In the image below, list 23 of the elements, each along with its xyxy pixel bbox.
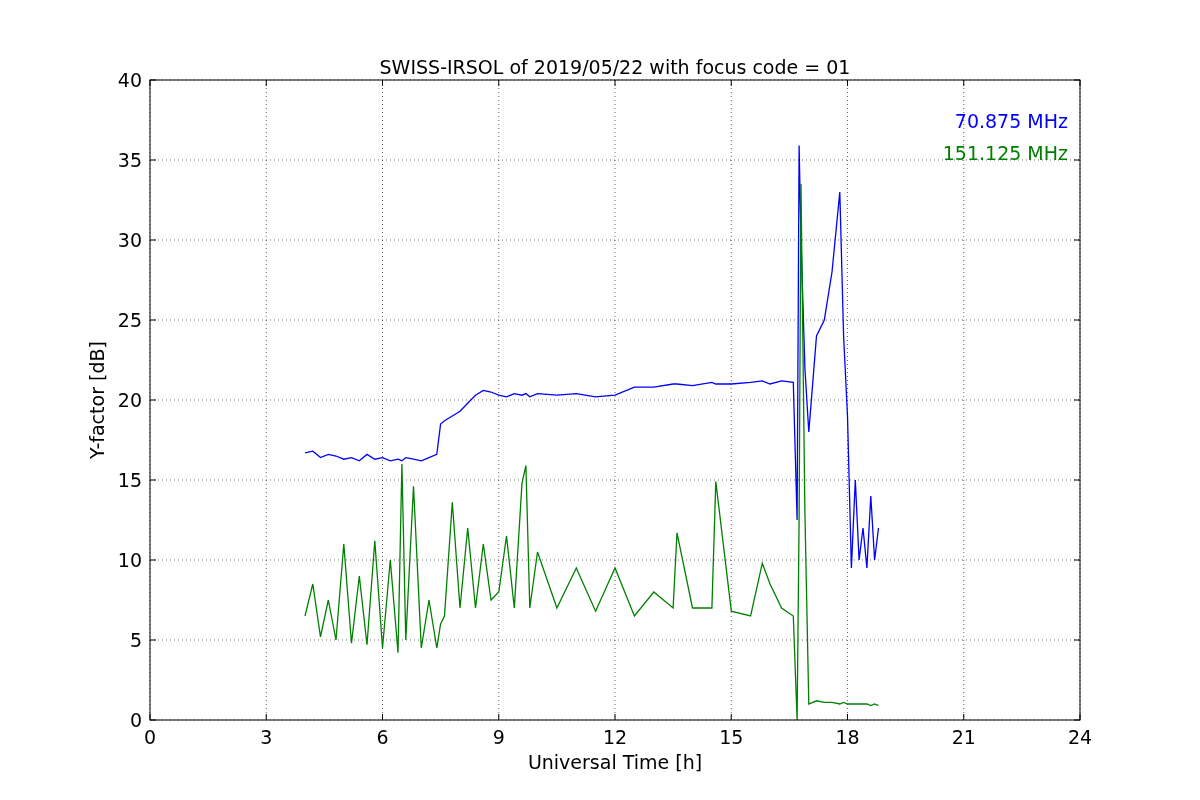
x-tick-label: 15 <box>719 726 744 748</box>
y-tick-label: 0 <box>129 709 142 731</box>
y-tick-label: 15 <box>117 469 142 491</box>
x-tick-label: 9 <box>492 726 505 748</box>
y-tick-label: 5 <box>129 629 142 651</box>
x-tick-label: 21 <box>951 726 976 748</box>
y-tick-label: 35 <box>117 149 142 171</box>
x-tick-label: 18 <box>835 726 860 748</box>
legend-label: 70.875 MHz <box>954 110 1068 132</box>
x-tick-label: 12 <box>602 726 628 748</box>
x-axis-label: Universal Time [h] <box>527 751 703 773</box>
y-tick-label: 10 <box>117 549 142 571</box>
x-tick-label: 0 <box>143 726 157 748</box>
x-tick-label: 6 <box>376 726 389 748</box>
y-tick-label: 20 <box>117 389 142 411</box>
legend-label: 151.125 MHz <box>942 142 1068 164</box>
chart-title: SWISS-IRSOL of 2019/05/22 with focus code = 01 <box>379 56 851 78</box>
y-tick-label: 30 <box>117 229 142 251</box>
x-tick-label: 3 <box>260 726 273 748</box>
y-tick-label: 25 <box>117 309 142 331</box>
y-axis-label: Y-factor [dB] <box>86 341 108 459</box>
x-tick-label: 24 <box>1067 726 1093 748</box>
y-tick-label: 40 <box>117 69 142 91</box>
